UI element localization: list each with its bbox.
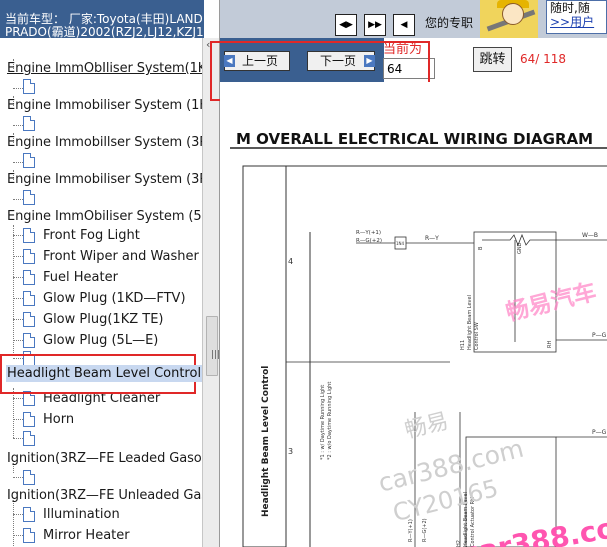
tree-leaf[interactable] [0, 113, 200, 134]
pin-label-gnd: GND [517, 242, 523, 254]
tree-leaf-label: Glow Plug (1KD—FTV) [43, 291, 186, 306]
grip-lines-icon: ||| [211, 350, 220, 360]
document-icon [23, 228, 35, 243]
document-icon [23, 116, 35, 131]
document-icon [23, 153, 35, 168]
diagram-viewer[interactable]: M OVERALL ELECTRICAL WIRING DIAGRAM 4 3 … [220, 82, 607, 547]
wire-label-rg-lower: R—G(+2) [422, 518, 428, 542]
jump-button[interactable]: 跳转 [473, 47, 512, 72]
tree-leaf[interactable]: Illumination [0, 504, 200, 525]
document-icon [23, 249, 35, 264]
tree-leaf[interactable] [0, 76, 200, 97]
tree-item-selected[interactable]: Headlight Beam Level Control [0, 354, 202, 394]
diagram-title: M OVERALL ELECTRICAL WIRING DIAGRAM [236, 130, 593, 148]
tree-leaf-label: Illumination [43, 507, 120, 522]
document-icon [23, 470, 35, 485]
tree-folder-label: Engine Immobiliser System (3RZ [7, 172, 202, 187]
tree-leaf-label: Fuel Heater [43, 270, 118, 285]
tree-leaf[interactable]: Horn [0, 409, 200, 430]
tree-leaf[interactable]: Front Wiper and Washer [0, 246, 200, 267]
tree-leaf-label: Glow Plug(1KZ TE) [43, 312, 164, 327]
top-toolbar: ◀▶ ▶▶ ◀ 您的专职 随时,随 >>用户 [220, 0, 607, 38]
tree-folder-label: Ignition(3RZ—FE Unleaded Gaso [7, 488, 202, 503]
tree-folder-label: Engine ImmObIliser System(1KD [7, 61, 202, 76]
tree-leaf-label: Front Fog Light [43, 228, 140, 243]
side-label: Headlight Beam Level Control [261, 366, 271, 517]
document-icon [23, 79, 35, 94]
mascot-logo [480, 0, 538, 38]
tree-leaf-label: Front Wiper and Washer [43, 249, 199, 264]
document-icon [23, 431, 35, 446]
component-h11-name2: Control SW [474, 322, 480, 350]
page-count: 64/ 118 [520, 52, 567, 66]
vehicle-line-2: PRADO(霸道)2002(RZJ2,LJ12,KZJ120 [5, 25, 204, 38]
document-icon [23, 507, 35, 522]
zone-number-4: 4 [288, 257, 293, 266]
tree-leaf[interactable]: Mirror Heater [0, 525, 200, 546]
vehicle-header: 当前车型： 厂家:Toyota(丰田)LAND CRUISER PRADO(霸道… [0, 0, 204, 38]
component-h11-name: Headlight Beam Level [467, 295, 473, 350]
ad-text: 随时,随 [550, 1, 590, 15]
wire-label-ry: R—Y [425, 235, 439, 242]
tree-folder[interactable]: Engine ImmObiliser System (5L- [0, 206, 202, 227]
tree-folder-label: Ignition(3RZ—FE Leaded Gasoli [7, 451, 202, 466]
tree-folder-label: Engine ImmObiliser System (5L- [7, 209, 202, 224]
tree-leaf[interactable] [0, 187, 200, 208]
ad-link[interactable]: >>用户 [550, 15, 606, 29]
document-icon [23, 528, 35, 543]
vehicle-line-1: 当前车型： 厂家:Toyota(丰田)LAND CRUISER [5, 12, 204, 26]
wire-label-pg: P—G [592, 332, 607, 339]
note-1: *1 : w/ Daytime Running Light [320, 385, 326, 460]
prev-icon[interactable]: ◀ [393, 14, 415, 36]
tree-folder[interactable]: Ignition(3RZ—FE Unleaded Gaso [0, 485, 202, 506]
tree-folder[interactable]: Ignition(3RZ—FE Leaded Gasoli [0, 448, 202, 469]
tree-leaf[interactable]: Glow Plug(1KZ TE) [0, 309, 200, 330]
tree-folder-label: Engine Immobillser System (3RZ [7, 135, 202, 150]
tree-leaf-label: Mirror Heater [43, 528, 130, 543]
tree-leaf-label: Horn [43, 412, 75, 427]
document-icon [23, 291, 35, 306]
connector-label: 1N4 [396, 241, 405, 246]
document-icon [23, 333, 35, 348]
first-page-icon[interactable]: ◀▶ [335, 14, 357, 36]
wire-label-pg-lower: P—G [592, 429, 607, 436]
document-icon [23, 412, 35, 427]
tree-leaf[interactable]: Front Fog Light [0, 225, 200, 246]
wire-label-wb: W—B [582, 232, 598, 239]
tree-leaf[interactable]: Fuel Heater [0, 267, 200, 288]
promo-text: 您的专职 [425, 16, 474, 30]
last-page-icon[interactable]: ▶▶ [364, 14, 386, 36]
wire-label-ry1: R—Y(+1) [356, 230, 381, 236]
splitter-grip[interactable]: ||| [206, 316, 220, 376]
note-2: *2 : w/o Daytime Running Light [327, 382, 333, 460]
tree-leaf[interactable] [0, 428, 200, 449]
pin-label-b: B [478, 246, 484, 250]
document-icon [23, 270, 35, 285]
tree-leaf[interactable]: Glow Plug (1KD—FTV) [0, 288, 200, 309]
zone-number-3: 3 [288, 447, 293, 456]
component-h11: H11 [460, 340, 466, 350]
tree-panel: 当前车型： 厂家:Toyota(丰田)LAND CRUISER PRADO(霸道… [0, 0, 220, 547]
pin-label-rh: RH [547, 341, 553, 348]
document-icon [23, 190, 35, 205]
tree-leaf[interactable] [0, 150, 200, 171]
tree-view[interactable]: Engine ImmObIliser System(1KD Engine Imm… [0, 38, 202, 547]
wiring-diagram: M OVERALL ELECTRICAL WIRING DIAGRAM 4 3 … [220, 82, 607, 547]
panel-splitter[interactable]: ‹ ||| [202, 38, 220, 547]
selected-item-label: Headlight Beam Level Control [6, 365, 202, 382]
tree-folder-label: Engine Immobiliser System (1KZ [7, 98, 202, 113]
ad-banner[interactable]: 随时,随 >>用户 [546, 0, 607, 34]
document-icon [23, 312, 35, 327]
